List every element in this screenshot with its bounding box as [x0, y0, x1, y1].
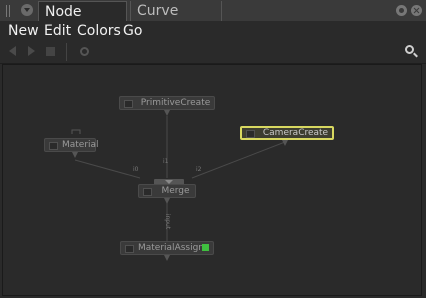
tab-bar: Node Graph Curve Editor: [0, 0, 426, 40]
tab-node-graph[interactable]: Node Graph: [38, 1, 127, 40]
toolbar: [0, 41, 426, 64]
merge-port-right[interactable]: i2: [196, 166, 201, 173]
primitive-output-arrow-icon: [164, 110, 170, 116]
close-icon[interactable]: [411, 5, 422, 16]
node-bypass-checkbox[interactable]: [143, 188, 152, 196]
tab-curve-editor[interactable]: Curve Editor: [130, 1, 222, 39]
menu-go[interactable]: Go: [123, 21, 142, 41]
tab-menu-icon[interactable]: [21, 4, 33, 16]
node-flag-icon[interactable]: [202, 244, 209, 251]
material-assign-output-arrow-icon: [164, 255, 170, 261]
node-bypass-checkbox[interactable]: [49, 142, 58, 150]
merge-port-left[interactable]: i0: [133, 166, 138, 173]
node-bypass-checkbox[interactable]: [125, 245, 134, 253]
material-output-arrow-icon: [72, 152, 78, 158]
node-graph-window: Node Graph Curve Editor New Edit Colors …: [0, 0, 426, 298]
undock-icon[interactable]: [396, 5, 407, 16]
merge-port-center[interactable]: i1: [163, 158, 168, 165]
node-material[interactable]: Material: [44, 138, 99, 152]
node-bypass-checkbox[interactable]: [246, 130, 255, 138]
panel-grip-icon[interactable]: [6, 5, 10, 17]
node-material-assign[interactable]: MaterialAssign: [120, 241, 214, 255]
node-camera-create[interactable]: CameraCreate: [240, 126, 334, 140]
arrow-right-icon[interactable]: [28, 46, 35, 56]
menu-new[interactable]: New: [8, 21, 39, 41]
node-primitive-create[interactable]: PrimitiveCreate: [119, 96, 215, 110]
menu-edit[interactable]: Edit: [44, 21, 71, 41]
node-label: Material: [62, 140, 99, 150]
toolbar-divider: [66, 43, 67, 61]
material-assign-input-port[interactable]: input: [164, 214, 171, 229]
node-label: Merge: [161, 186, 190, 196]
merge-output-arrow-icon: [164, 198, 170, 204]
node-merge[interactable]: Merge: [138, 184, 196, 198]
camera-output-arrow-icon: [282, 140, 288, 146]
search-icon[interactable]: [405, 45, 414, 54]
node-label: PrimitiveCreate: [140, 98, 211, 108]
menu-bar: New Edit Colors Go: [0, 21, 426, 41]
home-icon[interactable]: [46, 47, 55, 56]
arrow-left-icon[interactable]: [9, 46, 16, 56]
refresh-icon[interactable]: [80, 47, 89, 56]
menu-colors[interactable]: Colors: [77, 21, 121, 41]
node-bypass-checkbox[interactable]: [124, 100, 133, 108]
node-label: CameraCreate: [262, 128, 329, 138]
